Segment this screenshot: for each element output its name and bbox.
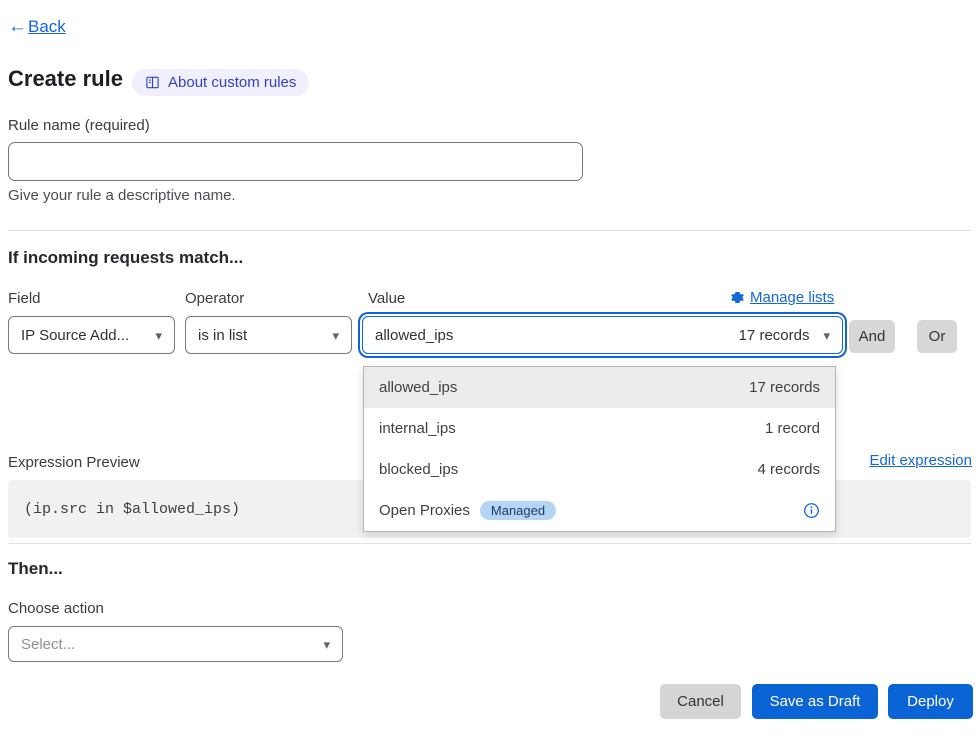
rule-name-input[interactable]	[8, 142, 583, 181]
managed-badge: Managed	[480, 501, 556, 520]
field-select[interactable]: IP Source Add... ▾	[8, 316, 175, 354]
field-label: Field	[8, 290, 41, 307]
cancel-button[interactable]: Cancel	[660, 684, 741, 719]
list-item-records: 4 records	[757, 461, 820, 478]
field-selected-value: IP Source Add...	[21, 327, 129, 344]
and-button[interactable]: And	[849, 320, 895, 353]
action-select[interactable]: Select... ▾	[8, 626, 343, 662]
list-item-open-proxies[interactable]: Open Proxies Managed	[364, 490, 835, 531]
action-placeholder: Select...	[21, 636, 75, 653]
operator-select[interactable]: is in list ▾	[185, 316, 352, 354]
list-item-records: 17 records	[749, 379, 820, 396]
value-selected-records: 17 records	[739, 327, 810, 344]
manage-lists-label: Manage lists	[750, 289, 834, 306]
choose-action-label: Choose action	[8, 600, 104, 617]
edit-expression-link[interactable]: Edit expression	[869, 452, 972, 469]
back-arrow-icon: ←	[8, 16, 27, 38]
expression-code: (ip.src in $allowed_ips)	[8, 501, 240, 518]
back-link-label: Back	[28, 17, 66, 37]
about-custom-rules-link[interactable]: About custom rules	[132, 69, 309, 96]
chevron-down-icon: ▾	[332, 329, 339, 342]
rule-name-label: Rule name (required)	[8, 117, 150, 134]
about-custom-rules-label: About custom rules	[168, 74, 296, 91]
value-selected-name: allowed_ips	[375, 327, 453, 344]
list-item-records: 1 record	[765, 420, 820, 437]
rule-name-helper-text: Give your rule a descriptive name.	[8, 187, 236, 204]
list-item-name: blocked_ips	[379, 461, 458, 478]
chevron-down-icon: ▾	[323, 638, 330, 651]
value-select[interactable]: allowed_ips 17 records ▾	[362, 316, 843, 354]
list-item-name: internal_ips	[379, 420, 456, 437]
back-link[interactable]: ← Back	[8, 16, 66, 38]
manage-lists-link[interactable]: Manage lists	[731, 289, 834, 306]
operator-label: Operator	[185, 290, 244, 307]
list-item-name: Open Proxies	[379, 502, 470, 519]
gear-icon	[731, 291, 744, 304]
create-rule-page: ← Back Create rule About custom rules Ru…	[0, 0, 979, 739]
expression-preview-label: Expression Preview	[8, 454, 140, 471]
save-as-draft-button[interactable]: Save as Draft	[752, 684, 878, 719]
list-item-allowed-ips[interactable]: allowed_ips 17 records	[364, 367, 835, 408]
lists-dropdown: allowed_ips 17 records internal_ips 1 re…	[363, 366, 836, 532]
then-heading: Then...	[8, 559, 63, 579]
value-label: Value	[368, 290, 405, 307]
section-divider	[8, 230, 971, 231]
book-icon	[145, 75, 160, 90]
list-item-internal-ips[interactable]: internal_ips 1 record	[364, 408, 835, 449]
section-divider	[8, 543, 971, 544]
operator-selected-value: is in list	[198, 327, 247, 344]
chevron-down-icon: ▾	[823, 329, 830, 342]
or-button[interactable]: Or	[917, 320, 957, 353]
match-section-heading: If incoming requests match...	[8, 248, 243, 268]
page-title: Create rule	[8, 66, 123, 92]
list-item-blocked-ips[interactable]: blocked_ips 4 records	[364, 449, 835, 490]
info-icon[interactable]	[803, 502, 820, 519]
deploy-button[interactable]: Deploy	[888, 684, 973, 719]
list-item-name: allowed_ips	[379, 379, 457, 396]
chevron-down-icon: ▾	[155, 329, 162, 342]
